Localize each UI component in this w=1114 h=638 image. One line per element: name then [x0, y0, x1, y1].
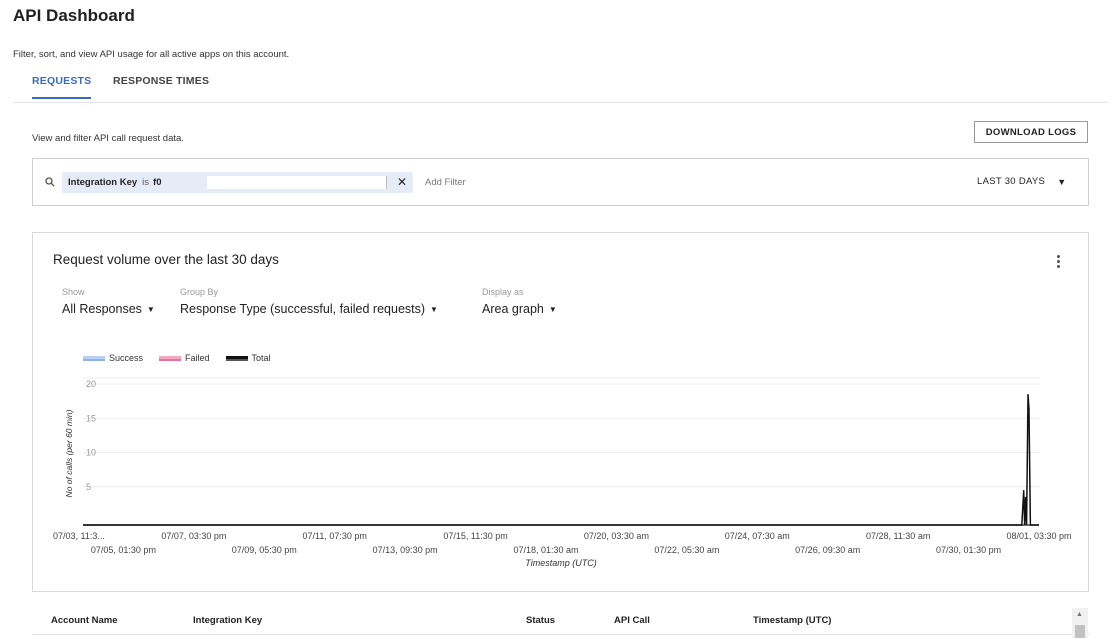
- download-logs-button[interactable]: DOWNLOAD LOGS: [974, 121, 1088, 143]
- close-icon[interactable]: ✕: [395, 175, 409, 189]
- chart-legend: Success Failed Total: [83, 353, 287, 363]
- chart-title: Request volume over the last 30 days: [53, 252, 279, 267]
- y-tick-label: 10: [86, 448, 96, 458]
- group-by-label: Group By: [180, 287, 219, 297]
- series-total-point: [1028, 407, 1030, 410]
- chevron-down-icon: ▼: [1057, 176, 1067, 187]
- search-icon: [45, 177, 55, 187]
- x-tick-label: 07/22, 05:30 am: [654, 545, 719, 555]
- group-by-control: Group By Response Type (successful, fail…: [180, 287, 438, 316]
- tab-requests[interactable]: REQUESTS: [32, 75, 92, 99]
- add-filter-input[interactable]: Add Filter: [425, 177, 466, 188]
- legend-swatch-failed: [159, 355, 182, 361]
- display-as-label: Display as: [482, 287, 524, 297]
- x-tick-label: 07/26, 09:30 am: [795, 545, 860, 555]
- caret-down-icon: ▼: [548, 304, 557, 314]
- legend-swatch-total: [225, 355, 248, 361]
- more-options-icon[interactable]: [1053, 255, 1063, 273]
- x-tick-label: 07/05, 01:30 pm: [91, 545, 156, 555]
- display-as-control: Display as Area graph ▼: [482, 287, 557, 316]
- display-as-dropdown[interactable]: Area graph ▼: [482, 302, 557, 316]
- column-header-account-name[interactable]: Account Name: [51, 615, 118, 626]
- page-description: Filter, sort, and view API usage for all…: [13, 49, 290, 60]
- column-header-timestamp[interactable]: Timestamp (UTC): [753, 615, 831, 626]
- legend-label-failed: Failed: [185, 353, 210, 363]
- request-volume-chart: 20 15 10 5 No of calls (per 60 min) 07/03, 11…: [53, 377, 1072, 568]
- series-total-point: [1022, 489, 1025, 492]
- show-control: Show All Responses ▼: [62, 287, 155, 316]
- show-label: Show: [62, 287, 85, 297]
- show-value: All Responses: [62, 302, 142, 316]
- caret-down-icon: ▼: [146, 304, 155, 314]
- legend-item-total[interactable]: Total: [225, 353, 271, 363]
- x-tick-label: 07/13, 09:30 pm: [373, 545, 438, 555]
- column-header-status[interactable]: Status: [526, 615, 555, 626]
- filter-chip-key: Integration Key: [68, 177, 138, 188]
- series-total-point: [1024, 496, 1027, 499]
- series-total-point: [1027, 394, 1029, 396]
- scroll-thumb[interactable]: [1075, 625, 1085, 638]
- x-tick-label: 07/20, 03:30 am: [584, 531, 649, 541]
- x-tick-label: 07/15, 11:30 pm: [443, 531, 507, 541]
- legend-item-failed[interactable]: Failed: [159, 353, 210, 363]
- date-range-select[interactable]: LAST 30 DAYS ▼: [977, 176, 1066, 187]
- table-scrollbar[interactable]: ▲: [1072, 608, 1088, 638]
- column-header-integration-key[interactable]: Integration Key: [193, 615, 262, 626]
- show-dropdown[interactable]: All Responses ▼: [62, 302, 155, 316]
- x-axis-label: Timestamp (UTC): [525, 558, 596, 568]
- legend-label-total: Total: [251, 353, 271, 363]
- legend-label-success: Success: [109, 353, 144, 363]
- y-tick-label: 5: [86, 482, 91, 492]
- tab-response-times[interactable]: RESPONSE TIMES: [113, 75, 209, 97]
- y-tick-label: 20: [86, 379, 96, 389]
- series-total-line: [83, 394, 1039, 526]
- tab-bar: REQUESTS RESPONSE TIMES: [13, 70, 1109, 103]
- display-as-value: Area graph: [482, 302, 544, 316]
- x-tick-label: 07/30, 01:30 pm: [936, 545, 1001, 555]
- x-tick-label: 07/09, 05:30 pm: [232, 545, 297, 555]
- filter-chip-operator: is: [142, 177, 150, 188]
- y-axis-label: No of calls (per 60 min): [64, 409, 74, 497]
- filter-chip-value-input[interactable]: [207, 176, 387, 189]
- filter-bar: Integration Key is f0 ✕ Add Filter LAST …: [32, 158, 1089, 206]
- scroll-up-icon[interactable]: ▲: [1076, 611, 1083, 618]
- column-header-api-call[interactable]: API Call: [614, 615, 650, 626]
- x-tick-label: 08/01, 03:30 pm: [1006, 531, 1071, 541]
- legend-swatch-success: [83, 355, 105, 361]
- x-tick-label: 07/07, 03:30 pm: [161, 531, 226, 541]
- y-tick-label: 15: [86, 413, 96, 423]
- caret-down-icon: ▼: [430, 304, 438, 314]
- x-tick-label: 07/18, 01:30 am: [513, 545, 578, 555]
- requests-description: View and filter API call request data.: [32, 133, 184, 144]
- x-tick-label: 07/03, 11:3...: [53, 531, 105, 541]
- legend-item-success[interactable]: Success: [83, 353, 143, 363]
- filter-chip[interactable]: Integration Key is f0 ✕: [62, 172, 413, 193]
- page-title: API Dashboard: [13, 6, 135, 25]
- filter-chip-value: f0: [153, 177, 162, 188]
- group-by-dropdown[interactable]: Response Type (successful, failed reques…: [180, 302, 438, 316]
- x-tick-label: 07/24, 07:30 am: [725, 531, 790, 541]
- chart-card: Request volume over the last 30 days Sho…: [32, 232, 1089, 592]
- x-tick-label: 07/11, 07:30 pm: [303, 531, 367, 541]
- group-by-value: Response Type (successful, failed reques…: [180, 302, 426, 316]
- x-tick-label: 07/28, 11:30 am: [866, 531, 930, 541]
- date-range-label: LAST 30 DAYS: [977, 176, 1046, 187]
- table-header: Account Name Integration Key Status API …: [32, 607, 1089, 635]
